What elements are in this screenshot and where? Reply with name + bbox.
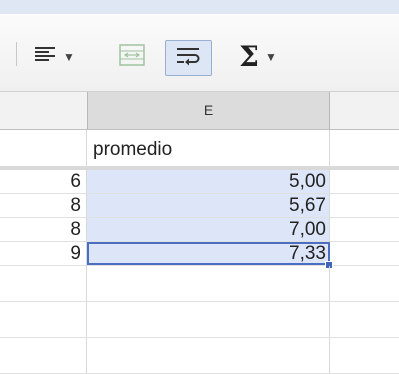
cell[interactable]: 5,67 bbox=[87, 194, 330, 217]
cell[interactable] bbox=[87, 338, 330, 373]
cell[interactable]: 8 bbox=[0, 218, 87, 241]
wrap-text-button[interactable] bbox=[165, 40, 212, 76]
table-row: promedio bbox=[0, 130, 399, 170]
table-row bbox=[0, 302, 399, 338]
toolbar-separator bbox=[16, 42, 17, 66]
table-row: 9 7,33 bbox=[0, 242, 399, 269]
wrap-text-icon bbox=[176, 46, 202, 71]
cell[interactable] bbox=[0, 338, 87, 373]
cell[interactable]: 9 bbox=[0, 242, 87, 265]
chevron-down-icon: ▼ bbox=[264, 50, 277, 64]
merge-cells-button[interactable] bbox=[112, 42, 152, 72]
cell[interactable] bbox=[0, 302, 87, 337]
align-left-icon bbox=[35, 46, 57, 69]
cell[interactable]: 6 bbox=[0, 170, 87, 193]
cell[interactable] bbox=[87, 266, 330, 301]
cell[interactable] bbox=[0, 266, 87, 301]
cell[interactable]: 7,00 bbox=[87, 218, 330, 241]
cell[interactable]: 5,00 bbox=[87, 170, 330, 193]
cell[interactable] bbox=[87, 302, 330, 337]
sum-dropdown-button[interactable]: Σ ▼ bbox=[228, 42, 288, 72]
table-row bbox=[0, 266, 399, 302]
table-row: 6 5,00 bbox=[0, 170, 399, 194]
toolbar: ▼ Σ ▼ bbox=[0, 14, 399, 92]
sheet-grid: promedio 6 5,00 8 5,67 8 7,00 9 7,33 bbox=[0, 130, 399, 374]
active-cell[interactable]: 7,33 bbox=[87, 242, 333, 269]
sigma-icon: Σ bbox=[239, 40, 259, 73]
cell[interactable]: 8 bbox=[0, 194, 87, 217]
cell[interactable] bbox=[0, 130, 87, 166]
top-strip bbox=[0, 0, 399, 14]
table-row: 8 5,67 bbox=[0, 194, 399, 218]
column-header-bar: E bbox=[0, 92, 399, 130]
cell-value: 7,33 bbox=[289, 243, 326, 264]
align-dropdown-button[interactable]: ▼ bbox=[26, 42, 84, 72]
table-row bbox=[0, 338, 399, 374]
column-header-e[interactable]: E bbox=[87, 92, 330, 129]
chevron-down-icon: ▼ bbox=[63, 50, 75, 64]
table-row: 8 7,00 bbox=[0, 218, 399, 242]
cell-header-promedio[interactable]: promedio bbox=[87, 130, 330, 166]
merge-cells-icon bbox=[119, 43, 145, 71]
